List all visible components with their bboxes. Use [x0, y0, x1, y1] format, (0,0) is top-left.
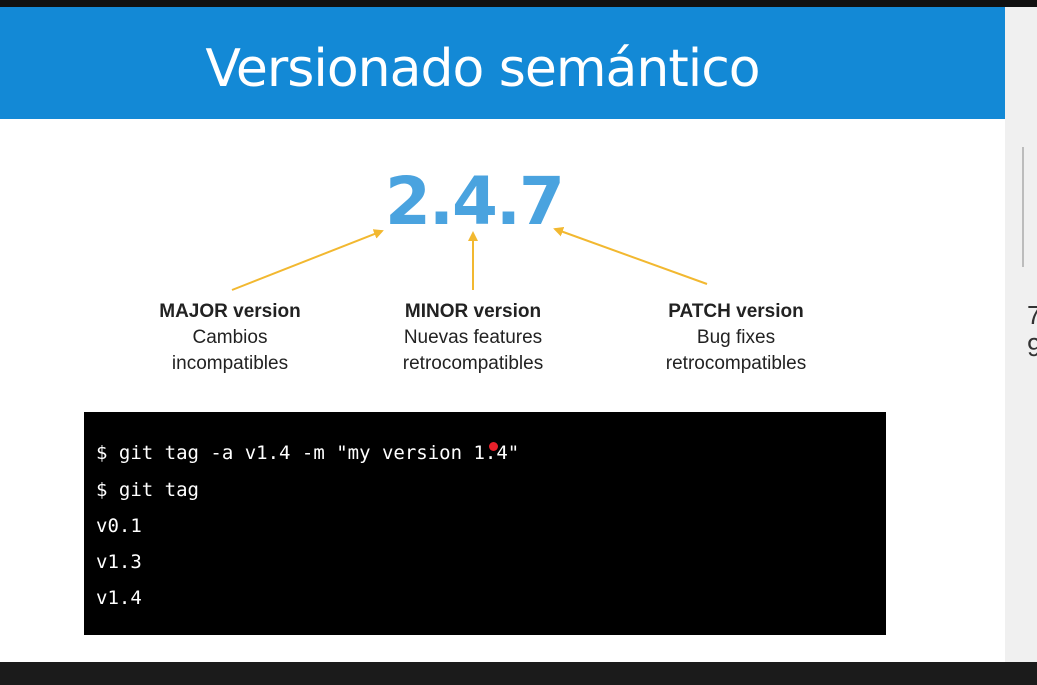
- minor-line-2: retrocompatibles: [402, 353, 544, 374]
- patch-line-1: Bug fixes: [696, 327, 776, 348]
- bottom-bar: [0, 662, 1037, 685]
- major-version-label: MAJOR version Cambios incompatibles: [120, 299, 340, 377]
- terminal-line-5: v1.4: [96, 587, 142, 609]
- terminal-line-4: v1.3: [96, 551, 142, 573]
- pointer-dot: [489, 442, 498, 451]
- side-glyph-top: 7: [1027, 300, 1037, 330]
- major-arrow: [231, 229, 384, 291]
- minor-line-1: Nuevas features: [403, 327, 543, 348]
- terminal-block: $ git tag -a v1.4 -m "my version 1.4" $ …: [84, 412, 886, 635]
- terminal-line-3: v0.1: [96, 515, 142, 537]
- presentation-slide: Versionado semántico 2.4.7 MAJOR version…: [0, 7, 1005, 662]
- patch-version-label: PATCH version Bug fixes retrocompatibles: [626, 299, 846, 377]
- terminal-line-1: $ git tag -a v1.4 -m "my version 1.4": [96, 442, 520, 464]
- patch-line-2: retrocompatibles: [665, 353, 807, 374]
- major-heading: MAJOR version: [159, 301, 301, 322]
- major-line-1: Cambios: [192, 327, 268, 348]
- patch-arrow: [553, 227, 708, 285]
- major-line-2: incompatibles: [171, 353, 289, 374]
- side-vertical-text: [1019, 147, 1027, 267]
- minor-version-label: MINOR version Nuevas features retrocompa…: [363, 299, 583, 377]
- side-glyph-bottom: 9: [1027, 332, 1037, 362]
- minor-heading: MINOR version: [404, 301, 542, 322]
- side-panel: 7 9: [1005, 7, 1037, 662]
- terminal-line-2: $ git tag: [96, 479, 199, 501]
- patch-heading: PATCH version: [668, 301, 804, 322]
- top-bar: [0, 0, 1037, 7]
